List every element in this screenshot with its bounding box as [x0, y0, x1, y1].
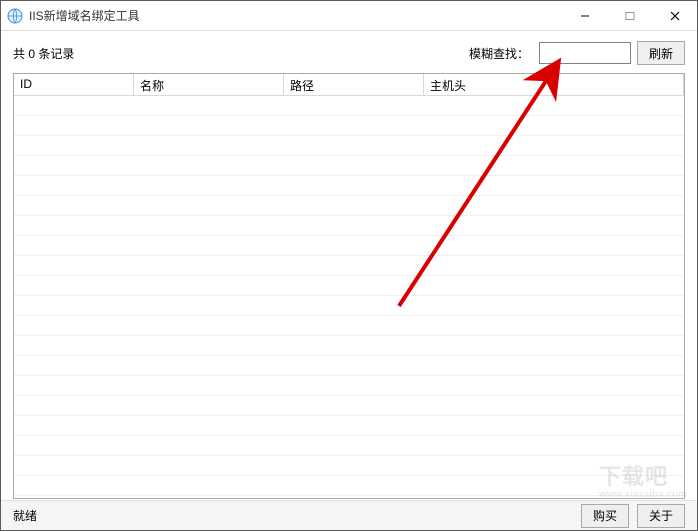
- about-button[interactable]: 关于: [637, 504, 685, 528]
- close-button[interactable]: [652, 1, 697, 30]
- watermark-sub: www.xiazaiba.com: [599, 489, 687, 500]
- table-body[interactable]: [14, 96, 684, 498]
- search-label: 模糊查找：: [469, 45, 529, 62]
- app-globe-icon: [7, 8, 23, 24]
- watermark-main: 下载吧: [599, 464, 668, 489]
- table-header: ID 名称 路径 主机头: [14, 74, 684, 96]
- col-host[interactable]: 主机头: [424, 74, 684, 95]
- maximize-button[interactable]: [607, 1, 652, 30]
- titlebar: IIS新增域名绑定工具: [1, 1, 697, 31]
- table: ID 名称 路径 主机头: [13, 73, 685, 499]
- col-name[interactable]: 名称: [134, 74, 284, 95]
- buy-button[interactable]: 购买: [581, 504, 629, 528]
- status-text: 就绪: [13, 507, 573, 524]
- record-count: 共 0 条记录: [13, 45, 74, 62]
- col-id[interactable]: ID: [14, 74, 134, 95]
- window-title: IIS新增域名绑定工具: [29, 7, 562, 24]
- minimize-button[interactable]: [562, 1, 607, 30]
- col-path[interactable]: 路径: [284, 74, 424, 95]
- statusbar: 就绪 购买 关于: [1, 500, 697, 530]
- watermark: 下载吧 www.xiazaiba.com: [599, 459, 687, 500]
- toolbar: 共 0 条记录 模糊查找： 刷新: [1, 31, 697, 73]
- window-buttons: [562, 1, 697, 30]
- search-input[interactable]: [539, 42, 631, 64]
- refresh-button[interactable]: 刷新: [637, 41, 685, 65]
